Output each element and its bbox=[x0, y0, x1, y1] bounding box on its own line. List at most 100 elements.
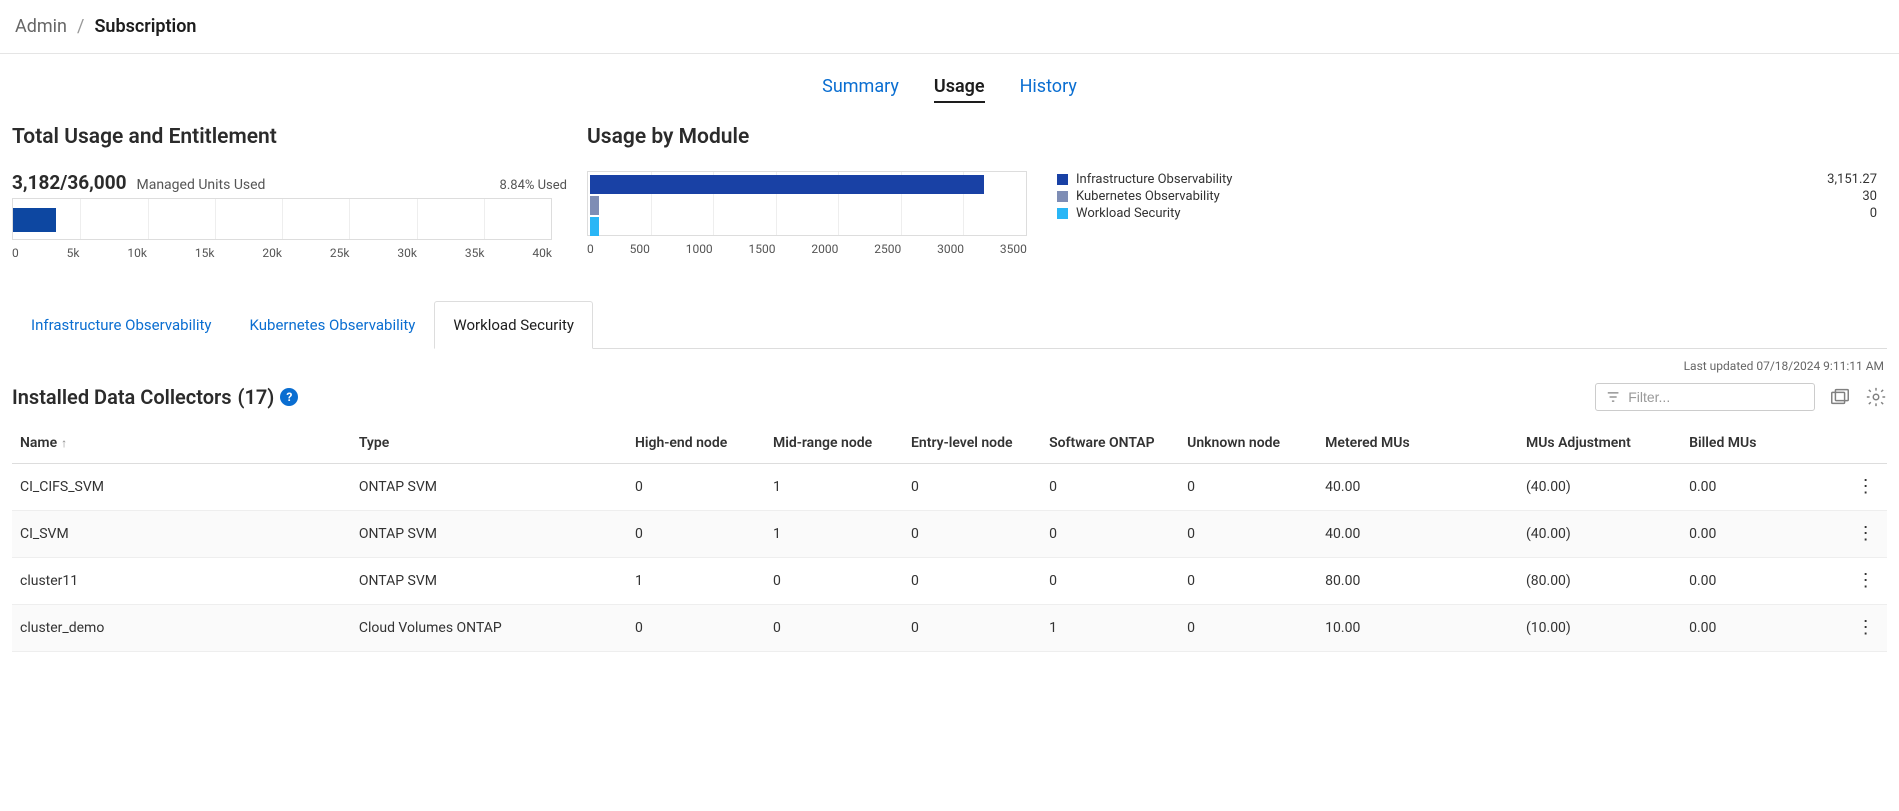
breadcrumb-parent[interactable]: Admin bbox=[15, 16, 67, 37]
cell-type: ONTAP SVM bbox=[351, 558, 627, 605]
row-menu-icon[interactable]: ⋮ bbox=[1844, 511, 1887, 558]
collectors-title-text: Installed Data Collectors bbox=[12, 385, 232, 409]
usage-value-label: Managed Units Used bbox=[136, 177, 265, 193]
legend-row: Infrastructure Observability 3,151.27 bbox=[1057, 171, 1887, 188]
cell-name: CI_CIFS_SVM bbox=[12, 464, 351, 511]
sub-tabs: Infrastructure Observability Kubernetes … bbox=[12, 300, 1887, 349]
cell-mid: 0 bbox=[765, 605, 903, 652]
cell-adj: (40.00) bbox=[1518, 464, 1681, 511]
breadcrumb-separator: / bbox=[77, 16, 84, 37]
col-entry[interactable]: Entry-level node bbox=[903, 423, 1041, 464]
col-unk[interactable]: Unknown node bbox=[1179, 423, 1317, 464]
col-type[interactable]: Type bbox=[351, 423, 627, 464]
table-row[interactable]: CI_CIFS_SVMONTAP SVM0100040.00(40.00)0.0… bbox=[12, 464, 1887, 511]
usage-pct: 8.84% Used bbox=[500, 178, 567, 193]
legend-swatch bbox=[1057, 191, 1068, 202]
subtab-infrastructure[interactable]: Infrastructure Observability bbox=[12, 301, 231, 349]
legend-swatch bbox=[1057, 174, 1068, 185]
usage-value: 3,182/36,000 bbox=[12, 171, 127, 194]
legend-label: Kubernetes Observability bbox=[1076, 189, 1220, 204]
page-tabs: Summary Usage History bbox=[0, 54, 1899, 115]
cell-entry: 0 bbox=[903, 558, 1041, 605]
row-menu-icon[interactable]: ⋮ bbox=[1844, 464, 1887, 511]
cell-entry: 0 bbox=[903, 464, 1041, 511]
cell-name: CI_SVM bbox=[12, 511, 351, 558]
module-bar bbox=[590, 175, 984, 194]
subtab-workload-security[interactable]: Workload Security bbox=[434, 301, 593, 349]
module-usage-chart bbox=[587, 171, 1027, 236]
cell-high: 0 bbox=[627, 605, 765, 652]
col-high[interactable]: High-end node bbox=[627, 423, 765, 464]
col-soft[interactable]: Software ONTAP bbox=[1041, 423, 1179, 464]
breadcrumb: Admin / Subscription bbox=[0, 0, 1899, 54]
module-usage-ticks: 0500100015002000250030003500 bbox=[587, 242, 1027, 256]
collectors-title: Installed Data Collectors (17) ? bbox=[12, 385, 298, 409]
row-menu-icon[interactable]: ⋮ bbox=[1844, 605, 1887, 652]
cell-mid: 1 bbox=[765, 511, 903, 558]
legend-value: 0 bbox=[1870, 206, 1887, 221]
tab-usage[interactable]: Usage bbox=[934, 76, 985, 103]
module-usage-title: Usage by Module bbox=[587, 125, 1887, 149]
filter-input-wrapper[interactable] bbox=[1595, 383, 1815, 411]
cell-entry: 0 bbox=[903, 605, 1041, 652]
cell-mid: 0 bbox=[765, 558, 903, 605]
breadcrumb-current: Subscription bbox=[94, 16, 196, 37]
module-bar bbox=[590, 217, 599, 236]
cell-name: cluster11 bbox=[12, 558, 351, 605]
cell-high: 0 bbox=[627, 511, 765, 558]
cell-high: 0 bbox=[627, 464, 765, 511]
cell-unk: 0 bbox=[1179, 464, 1317, 511]
cell-type: Cloud Volumes ONTAP bbox=[351, 605, 627, 652]
collectors-count: (17) bbox=[238, 385, 275, 409]
cell-type: ONTAP SVM bbox=[351, 511, 627, 558]
cell-metered: 40.00 bbox=[1317, 464, 1518, 511]
module-bar bbox=[590, 196, 599, 215]
help-icon[interactable]: ? bbox=[280, 388, 298, 406]
table-row[interactable]: cluster11ONTAP SVM1000080.00(80.00)0.00⋮ bbox=[12, 558, 1887, 605]
legend-value: 30 bbox=[1862, 189, 1887, 204]
cell-soft: 0 bbox=[1041, 511, 1179, 558]
subtab-kubernetes[interactable]: Kubernetes Observability bbox=[231, 301, 435, 349]
cell-soft: 0 bbox=[1041, 464, 1179, 511]
cell-adj: (40.00) bbox=[1518, 511, 1681, 558]
tab-history[interactable]: History bbox=[1020, 76, 1077, 103]
gear-icon[interactable] bbox=[1865, 386, 1887, 408]
legend-label: Workload Security bbox=[1076, 206, 1181, 221]
table-row[interactable]: cluster_demoCloud Volumes ONTAP0001010.0… bbox=[12, 605, 1887, 652]
cell-high: 1 bbox=[627, 558, 765, 605]
filter-input[interactable] bbox=[1628, 389, 1804, 405]
cell-billed: 0.00 bbox=[1681, 605, 1844, 652]
col-metered[interactable]: Metered MUs bbox=[1317, 423, 1518, 464]
col-name[interactable]: Name↑ bbox=[12, 423, 351, 464]
total-usage-title: Total Usage and Entitlement bbox=[12, 125, 567, 149]
cell-name: cluster_demo bbox=[12, 605, 351, 652]
cell-unk: 0 bbox=[1179, 558, 1317, 605]
cell-metered: 10.00 bbox=[1317, 605, 1518, 652]
filter-icon bbox=[1606, 389, 1620, 405]
legend-row: Kubernetes Observability 30 bbox=[1057, 188, 1887, 205]
total-usage-bar bbox=[12, 198, 552, 240]
cell-metered: 80.00 bbox=[1317, 558, 1518, 605]
col-mid[interactable]: Mid-range node bbox=[765, 423, 903, 464]
col-adj[interactable]: MUs Adjustment bbox=[1518, 423, 1681, 464]
cell-metered: 40.00 bbox=[1317, 511, 1518, 558]
col-billed[interactable]: Billed MUs bbox=[1681, 423, 1844, 464]
total-usage-ticks: 05k10k15k20k25k30k35k40k bbox=[12, 246, 552, 260]
cell-billed: 0.00 bbox=[1681, 558, 1844, 605]
tab-summary[interactable]: Summary bbox=[822, 76, 899, 103]
export-icon[interactable] bbox=[1829, 386, 1851, 408]
legend-label: Infrastructure Observability bbox=[1076, 172, 1232, 187]
sort-asc-icon: ↑ bbox=[61, 436, 67, 450]
last-updated: Last updated 07/18/2024 9:11:11 AM bbox=[0, 349, 1899, 373]
cell-mid: 1 bbox=[765, 464, 903, 511]
collectors-table: Name↑ Type High-end node Mid-range node … bbox=[12, 423, 1887, 652]
cell-soft: 1 bbox=[1041, 605, 1179, 652]
cell-unk: 0 bbox=[1179, 605, 1317, 652]
row-menu-icon[interactable]: ⋮ bbox=[1844, 558, 1887, 605]
module-usage-legend: Infrastructure Observability3,151.27Kube… bbox=[1057, 171, 1887, 222]
legend-value: 3,151.27 bbox=[1827, 172, 1887, 187]
legend-swatch bbox=[1057, 208, 1068, 219]
table-row[interactable]: CI_SVMONTAP SVM0100040.00(40.00)0.00⋮ bbox=[12, 511, 1887, 558]
cell-adj: (10.00) bbox=[1518, 605, 1681, 652]
cell-entry: 0 bbox=[903, 511, 1041, 558]
